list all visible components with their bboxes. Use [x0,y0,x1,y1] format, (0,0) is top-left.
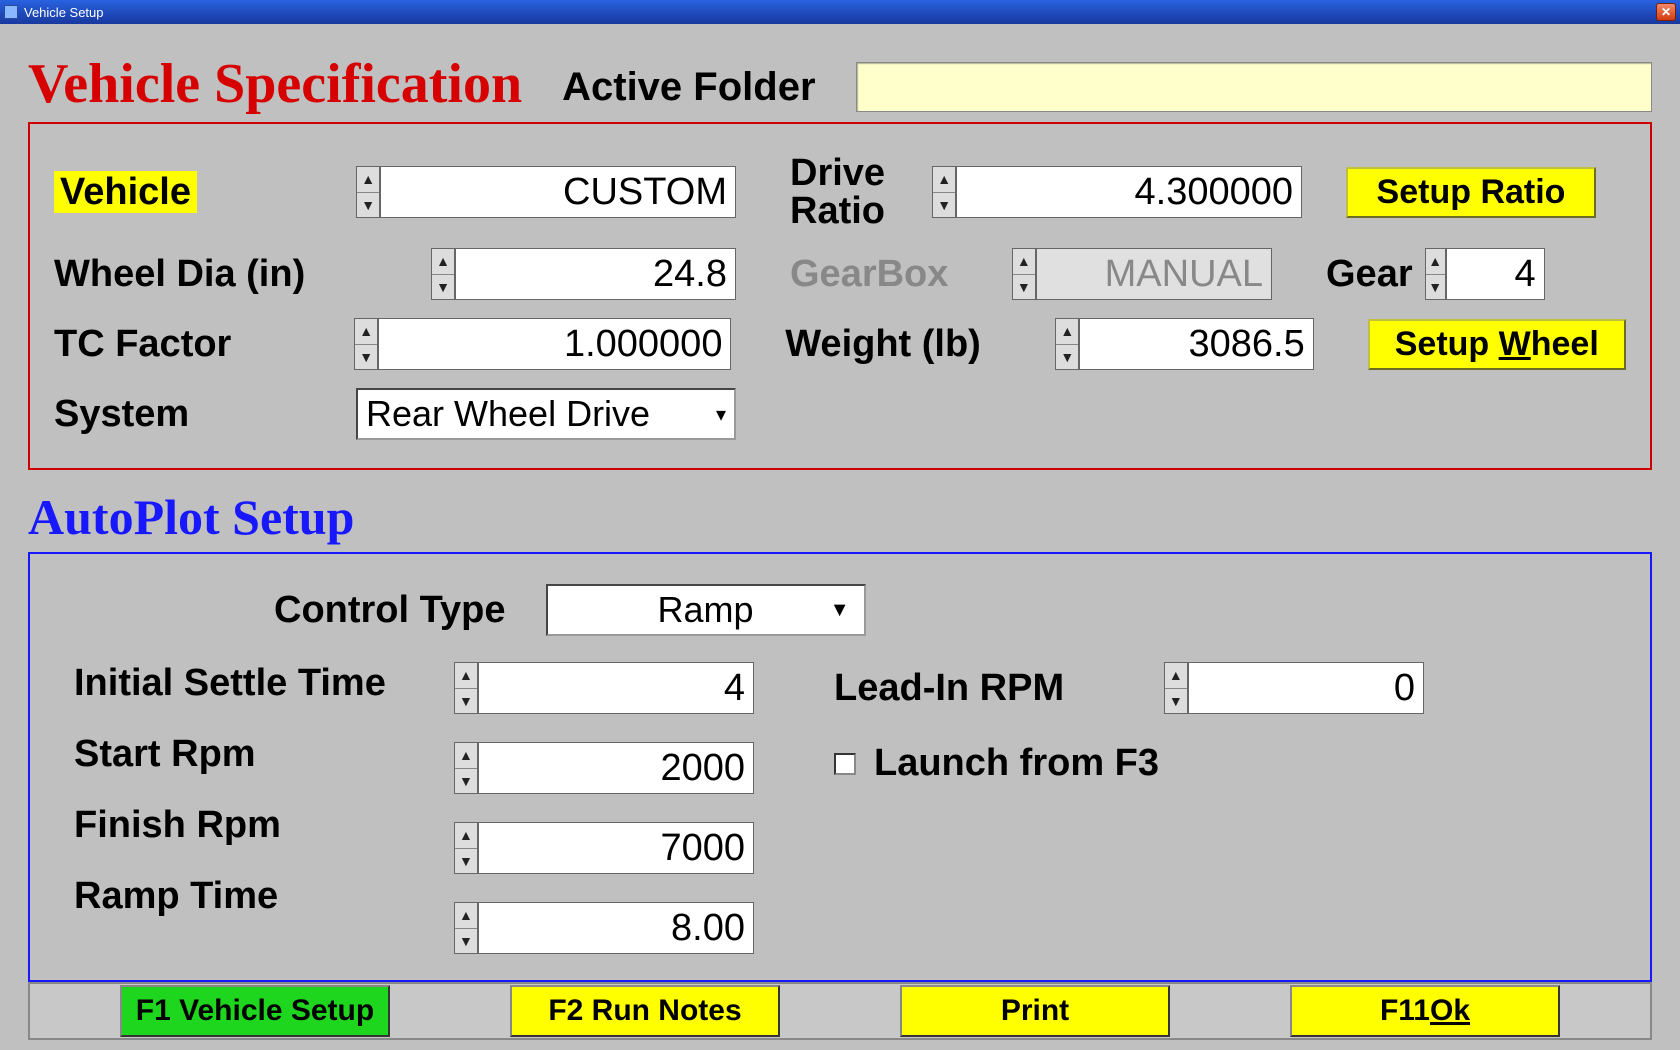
weight-label: Weight (lb) [785,323,1043,366]
spinner-down-icon[interactable]: ▼ [432,275,454,300]
ramp-time-spinner[interactable]: ▲▼ [454,902,754,954]
spinner-up-icon[interactable]: ▲ [1056,319,1078,345]
control-type-label: Control Type [274,589,506,632]
finish-rpm-spinner[interactable]: ▲▼ [454,822,754,874]
spinner-down-icon: ▼ [1013,275,1035,300]
start-rpm-spinner[interactable]: ▲▼ [454,742,754,794]
tc-factor-input[interactable] [378,318,731,370]
spinner-up-icon[interactable]: ▲ [1426,249,1445,275]
spinner-up-icon[interactable]: ▲ [357,167,379,193]
spinner-down-icon[interactable]: ▼ [933,193,955,218]
spinner-up-icon: ▲ [1013,249,1035,275]
vehicle-spec-heading: Vehicle Specification [28,52,522,116]
spinner-up-icon[interactable]: ▲ [455,663,477,689]
spinner-down-icon[interactable]: ▼ [1426,275,1445,300]
bottom-toolbar: F1 Vehicle Setup F2 Run Notes Print F11 … [28,982,1652,1040]
setup-ratio-button[interactable]: Setup Ratio [1346,167,1596,218]
system-combo[interactable]: Rear Wheel Drive ▾ [356,388,736,440]
app-icon [4,5,18,19]
gear-label: Gear [1326,253,1413,296]
leadin-rpm-label: Lead-In RPM [834,667,1134,710]
control-type-combo[interactable]: Ramp ▼ [546,584,866,636]
gear-spinner[interactable]: ▲▼ [1425,248,1545,300]
close-button[interactable]: ✕ [1656,3,1676,21]
spinner-up-icon[interactable]: ▲ [1165,663,1187,689]
chevron-down-icon: ▾ [704,402,726,427]
spinner-down-icon[interactable]: ▼ [455,769,477,794]
gearbox-label: GearBox [790,253,1000,296]
vehicle-spinner[interactable]: ▲▼ [356,166,736,218]
spinner-down-icon[interactable]: ▼ [455,689,477,714]
tc-factor-spinner[interactable]: ▲▼ [354,318,731,370]
spinner-up-icon[interactable]: ▲ [455,743,477,769]
wheel-dia-spinner[interactable]: ▲▼ [431,248,736,300]
gear-input[interactable] [1446,248,1545,300]
initial-settle-input[interactable] [478,662,754,714]
setup-wheel-button[interactable]: Setup Wheel [1368,319,1627,370]
start-rpm-label: Start Rpm [74,733,454,776]
vehicle-label: Vehicle [54,171,197,213]
weight-spinner[interactable]: ▲▼ [1055,318,1313,370]
active-folder-label: Active Folder [562,65,815,110]
spinner-up-icon[interactable]: ▲ [933,167,955,193]
f1-vehicle-setup-button[interactable]: F1 Vehicle Setup [120,985,390,1037]
chevron-down-icon: ▼ [818,599,850,622]
f2-run-notes-button[interactable]: F2 Run Notes [510,985,780,1037]
wheel-dia-label: Wheel Dia (in) [54,253,419,296]
print-button[interactable]: Print [900,985,1170,1037]
spinner-up-icon[interactable]: ▲ [355,319,377,345]
launch-f3-label: Launch from F3 [874,742,1159,785]
spinner-down-icon[interactable]: ▼ [1165,689,1187,714]
drive-ratio-input[interactable] [956,166,1302,218]
gearbox-spinner: ▲▼ MANUAL [1012,248,1272,300]
ramp-time-label: Ramp Time [74,875,454,918]
spinner-up-icon[interactable]: ▲ [432,249,454,275]
leadin-rpm-spinner[interactable]: ▲▼ [1164,662,1424,714]
start-rpm-input[interactable] [478,742,754,794]
spinner-down-icon[interactable]: ▼ [455,929,477,954]
system-label: System [54,393,344,436]
drive-ratio-spinner[interactable]: ▲▼ [932,166,1302,218]
spinner-up-icon[interactable]: ▲ [455,823,477,849]
spinner-down-icon[interactable]: ▼ [455,849,477,874]
finish-rpm-input[interactable] [478,822,754,874]
weight-input[interactable] [1079,318,1314,370]
vehicle-input[interactable] [380,166,736,218]
control-type-value: Ramp [658,589,754,631]
active-folder-field[interactable] [856,62,1652,112]
gearbox-value: MANUAL [1036,248,1272,300]
finish-rpm-label: Finish Rpm [74,804,454,847]
vehicle-spec-group: Vehicle ▲▼ DriveRatio ▲▼ Setup Ratio Whe… [28,122,1652,470]
ramp-time-input[interactable] [478,902,754,954]
leadin-rpm-input[interactable] [1188,662,1424,714]
spinner-down-icon[interactable]: ▼ [355,345,377,370]
drive-ratio-label: DriveRatio [790,154,920,230]
initial-settle-spinner[interactable]: ▲▼ [454,662,754,714]
spinner-down-icon[interactable]: ▼ [357,193,379,218]
initial-settle-label: Initial Settle Time [74,662,454,705]
window-title: Vehicle Setup [24,5,104,20]
autoplot-group: Control Type Ramp ▼ Initial Settle Time … [28,552,1652,982]
launch-f3-checkbox[interactable] [834,753,856,775]
autoplot-heading: AutoPlot Setup [28,488,1652,546]
title-bar: Vehicle Setup ✕ [0,0,1680,24]
spinner-down-icon[interactable]: ▼ [1056,345,1078,370]
f11-ok-button[interactable]: F11 Ok [1290,985,1560,1037]
spinner-up-icon[interactable]: ▲ [455,903,477,929]
wheel-dia-input[interactable] [455,248,736,300]
tc-factor-label: TC Factor [54,323,342,366]
system-value: Rear Wheel Drive [366,393,650,435]
